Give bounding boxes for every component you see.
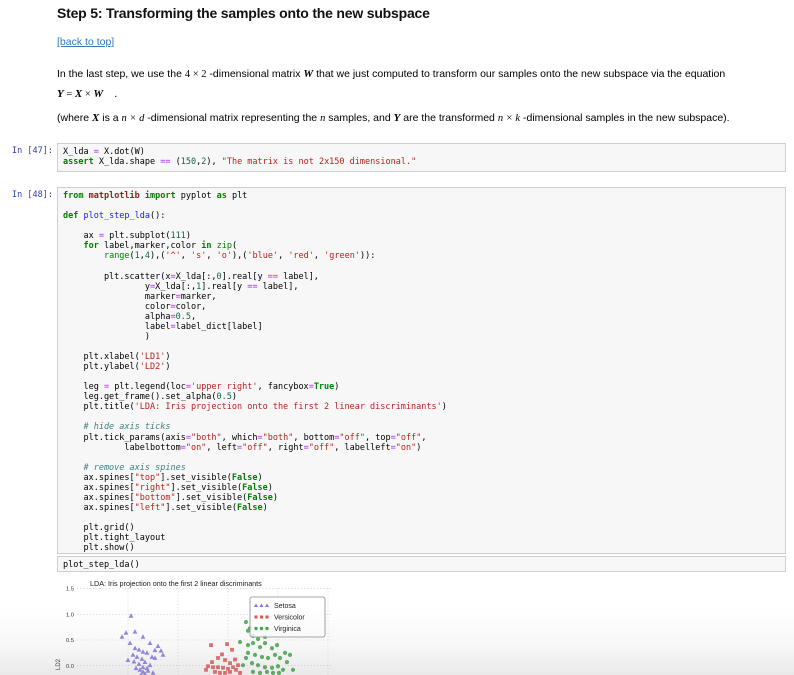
section-heading: Step 5: Transforming the samples onto th… xyxy=(57,5,430,21)
svg-text:1.5: 1.5 xyxy=(66,587,74,593)
svg-text:Setosa: Setosa xyxy=(274,603,296,610)
input-prompt-48: In [48]: xyxy=(12,190,53,200)
input-prompt-47: In [47]: xyxy=(12,146,53,156)
code-cell-48-call[interactable]: plot_step_lda() xyxy=(57,556,786,572)
code-48[interactable]: from matplotlib import pyplot as plt def… xyxy=(63,191,780,553)
output-plot: Setosa Versicolor Virginica LDA: Iris proj… xyxy=(50,577,350,675)
svg-text:Virginica: Virginica xyxy=(274,626,301,633)
svg-text:1.0: 1.0 xyxy=(66,612,74,618)
svg-text:Versicolor: Versicolor xyxy=(274,614,305,621)
plot-ytick-labels: 1.5 1.0 0.5 0.0 xyxy=(66,587,74,670)
code-48-call[interactable]: plot_step_lda() xyxy=(63,560,780,570)
plot-ylabel: LD2 xyxy=(56,658,62,670)
paragraph-note: (where X is a n × d -dimensional matrix … xyxy=(57,112,730,124)
code-cell-47[interactable]: X_lda = X.dot(W) assert X_lda.shape == (… xyxy=(57,143,786,172)
code-cell-48[interactable]: from matplotlib import pyplot as plt def… xyxy=(57,187,786,554)
code-47[interactable]: X_lda = X.dot(W) assert X_lda.shape == (… xyxy=(63,147,780,167)
notebook-page: Step 5: Transforming the samples onto th… xyxy=(0,0,794,675)
plot-legend: Setosa Versicolor Virginica xyxy=(249,596,326,638)
back-to-top-link[interactable]: [back to top] xyxy=(57,36,114,48)
paragraph-intro: In the last step, we use the 4 × 2 -dime… xyxy=(57,68,726,80)
plot-title: LDA: Iris projection onto the first 2 li… xyxy=(90,579,262,588)
svg-text:0.0: 0.0 xyxy=(66,664,74,670)
equation: Y = X × W . xyxy=(57,88,118,100)
svg-text:0.5: 0.5 xyxy=(66,638,74,644)
